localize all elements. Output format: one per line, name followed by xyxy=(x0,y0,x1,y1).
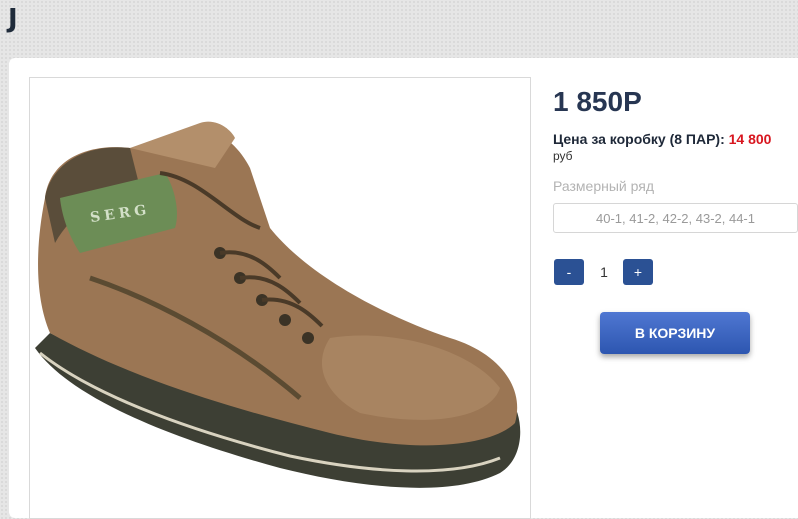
product-card: SERG 1 850Р Цена за коробку (8 ПАР): 14 … xyxy=(9,58,798,519)
box-price: Цена за коробку (8 ПАР): 14 800 руб xyxy=(553,131,771,163)
box-price-currency: руб xyxy=(553,149,573,163)
size-range-select[interactable]: 40-1, 41-2, 42-2, 43-2, 44-1 xyxy=(553,203,798,233)
boot-illustration xyxy=(35,121,521,488)
add-to-cart-button[interactable]: В КОРЗИНУ xyxy=(600,312,750,354)
quantity-plus-button[interactable]: + xyxy=(623,259,653,285)
product-price: 1 850Р xyxy=(553,86,642,117)
box-price-label: Цена за коробку (8 ПАР): xyxy=(553,131,725,147)
site-logo[interactable]: J xyxy=(8,4,18,34)
box-price-amount: 14 800 xyxy=(728,131,772,147)
product-image[interactable]: SERG xyxy=(29,77,531,519)
size-range-label: Размерный ряд xyxy=(553,178,655,194)
quantity-minus-button[interactable]: - xyxy=(554,259,584,285)
quantity-value[interactable]: 1 xyxy=(589,259,619,285)
